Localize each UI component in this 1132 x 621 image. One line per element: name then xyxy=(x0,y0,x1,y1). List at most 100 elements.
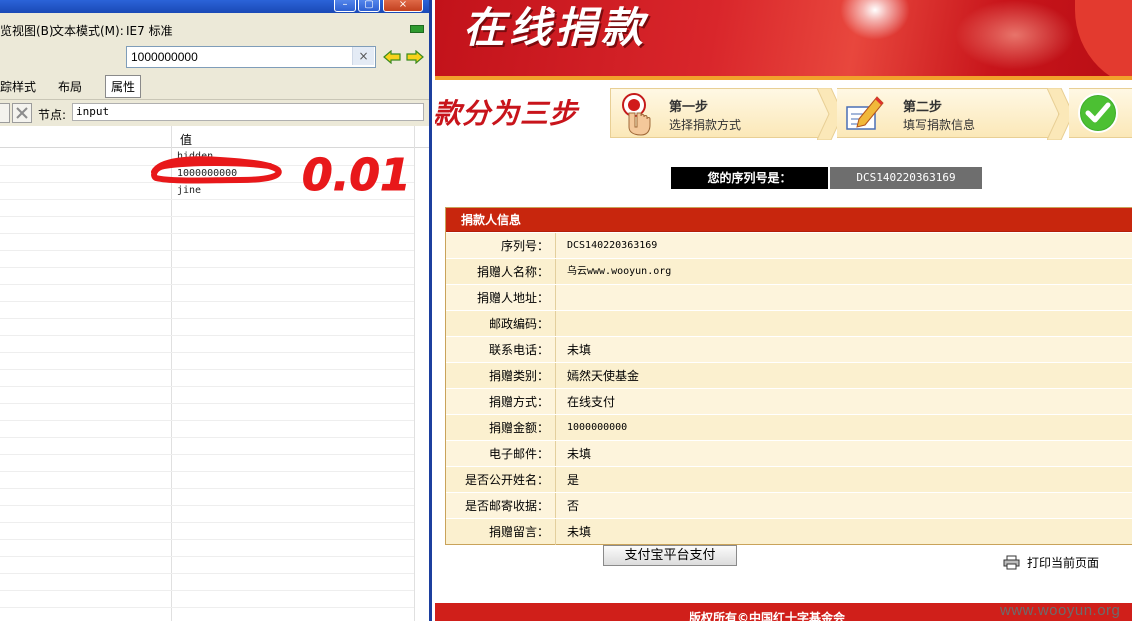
grid-row-line xyxy=(0,352,414,353)
attribute-value-name[interactable]: jine xyxy=(177,185,201,196)
field-label: 是否公开姓名： xyxy=(446,467,556,493)
devtools-tabs: 踪样式 布局 属性 xyxy=(0,71,429,100)
grid-row-line xyxy=(0,607,414,608)
grid-row-line xyxy=(0,216,414,217)
donor-info-row: 捐赠人名称： 乌云www.wooyun.org xyxy=(446,258,1132,285)
field-value: 嫣然天使基金 xyxy=(567,369,640,383)
dock-icon[interactable] xyxy=(410,25,424,33)
donor-info-row: 是否邮寄收据： 否 xyxy=(446,492,1132,519)
field-value: 在线支付 xyxy=(567,395,616,409)
attribute-grid: 值 hidden 1000000000 jine xyxy=(0,126,429,621)
devtools-menubar: 览视图(B) 文本模式(M): IE7 标准 xyxy=(0,13,429,45)
prev-arrow-icon[interactable] xyxy=(383,50,401,64)
add-attribute-button[interactable] xyxy=(0,103,10,123)
clear-search-button[interactable]: × xyxy=(352,47,374,65)
field-value: 乌云www.wooyun.org xyxy=(567,266,672,277)
text-mode-value[interactable]: IE7 标准 xyxy=(126,22,173,39)
maximize-button[interactable]: ▢ xyxy=(358,0,380,12)
grid-row-line xyxy=(0,335,414,336)
field-value: 未填 xyxy=(567,447,592,461)
attribute-toolbar: 节点: input xyxy=(0,100,429,126)
field-value: DCS140220363169 xyxy=(567,240,658,251)
step-2-title: 第二步 xyxy=(903,100,943,115)
step-1-title: 第一步 xyxy=(669,100,709,115)
node-field[interactable]: input xyxy=(72,103,424,121)
field-label: 捐赠金额： xyxy=(446,415,556,441)
print-page-link[interactable]: 打印当前页面 xyxy=(1027,554,1099,571)
grid-row-line xyxy=(0,454,414,455)
banner-curve xyxy=(1075,0,1132,80)
grid-row-line xyxy=(0,301,414,302)
attribute-value-type[interactable]: hidden xyxy=(177,151,213,162)
hand-pointer-icon xyxy=(622,93,651,136)
grid-row-line xyxy=(0,488,414,489)
grid-row-line xyxy=(0,522,414,523)
delete-attribute-button[interactable] xyxy=(12,103,32,123)
grid-row-line xyxy=(0,250,414,251)
grid-row-line xyxy=(0,165,414,166)
field-label: 捐赠留言： xyxy=(446,519,556,545)
banner: 在线捐款 xyxy=(435,0,1132,80)
donation-page: 在线捐款 款分为三步 第一步 选择捐款方式 第二步 填写捐款信息 您的序列号是：… xyxy=(435,0,1132,621)
grid-row-line xyxy=(0,573,414,574)
donor-info-row: 电子邮件： 未填 xyxy=(446,440,1132,467)
menu-view[interactable]: 览视图(B) xyxy=(0,22,54,39)
tab-attributes[interactable]: 属性 xyxy=(105,75,142,98)
serial-number-value: DCS140220363169 xyxy=(830,167,982,189)
step-3 xyxy=(1069,88,1132,138)
step-1: 第一步 选择捐款方式 xyxy=(610,88,830,138)
step-2-subtitle: 填写捐款信息 xyxy=(903,118,976,132)
grid-row-line xyxy=(0,505,414,506)
field-label: 捐赠类别： xyxy=(446,363,556,389)
donor-info-title: 捐款人信息 xyxy=(446,208,1132,232)
attribute-value-value[interactable]: 1000000000 xyxy=(177,168,237,179)
delete-icon xyxy=(16,107,28,119)
printer-icon[interactable] xyxy=(1003,555,1020,570)
alipay-pay-button[interactable]: 支付宝平台支付 xyxy=(603,545,737,566)
pen-form-icon xyxy=(846,96,884,130)
menu-text-mode[interactable]: 文本模式(M): xyxy=(52,22,124,39)
donor-info-row: 捐赠留言： 未填 xyxy=(446,518,1132,545)
field-label: 电子邮件： xyxy=(446,441,556,467)
next-arrow-icon[interactable] xyxy=(406,50,424,64)
grid-row-line xyxy=(0,284,414,285)
field-label: 捐赠方式： xyxy=(446,389,556,415)
banner-glow-2 xyxy=(955,0,1075,70)
tab-layout[interactable]: 布局 xyxy=(58,78,82,95)
donor-info-row: 联系电话： 未填 xyxy=(446,336,1132,363)
donor-info-row: 是否公开姓名： 是 xyxy=(446,466,1132,493)
minimize-button[interactable]: – xyxy=(334,0,356,12)
value-column-header[interactable]: 值 xyxy=(180,131,192,148)
step-1-subtitle: 选择捐款方式 xyxy=(669,118,742,132)
watermark: www.wooyun.org xyxy=(1000,602,1121,619)
donor-info-rows: 序列号： DCS140220363169 捐赠人名称： 乌云www.wooyun.or… xyxy=(446,232,1132,545)
banner-glow xyxy=(840,0,910,40)
grid-row-line xyxy=(0,437,414,438)
field-value: 否 xyxy=(567,499,580,513)
donor-info-row: 捐赠人地址： xyxy=(446,284,1132,311)
grid-row-line xyxy=(0,267,414,268)
serial-number-label: 您的序列号是： xyxy=(671,167,828,189)
grid-row-line xyxy=(0,386,414,387)
grid-row-line xyxy=(0,233,414,234)
grid-row-line xyxy=(0,369,414,370)
column-divider xyxy=(171,126,172,621)
grid-row-line xyxy=(0,539,414,540)
grid-row-line xyxy=(0,590,414,591)
field-label: 捐赠人地址： xyxy=(446,285,556,311)
donor-info-row: 捐赠金额： 1000000000 xyxy=(446,414,1132,441)
field-label: 联系电话： xyxy=(446,337,556,363)
donor-info-table: 捐款人信息 序列号： DCS140220363169 捐赠人名称： 乌云www.woo… xyxy=(445,207,1132,545)
search-input[interactable]: 1000000000 xyxy=(126,46,376,68)
donor-info-row: 邮政编码： xyxy=(446,310,1132,337)
donor-info-row: 捐赠方式： 在线支付 xyxy=(446,388,1132,415)
copyright-text: 版权所有©中国红十字基金会 xyxy=(689,611,846,621)
donor-info-row: 捐赠类别： 嫣然天使基金 xyxy=(446,362,1132,389)
close-button[interactable]: × xyxy=(383,0,423,12)
tab-trace-styles[interactable]: 踪样式 xyxy=(0,78,36,95)
field-label: 捐赠人名称： xyxy=(446,259,556,285)
grid-row-line xyxy=(0,182,414,183)
grid-row-line xyxy=(0,471,414,472)
steps-heading: 款分为三步 xyxy=(435,97,579,130)
node-label: 节点: xyxy=(38,108,67,122)
